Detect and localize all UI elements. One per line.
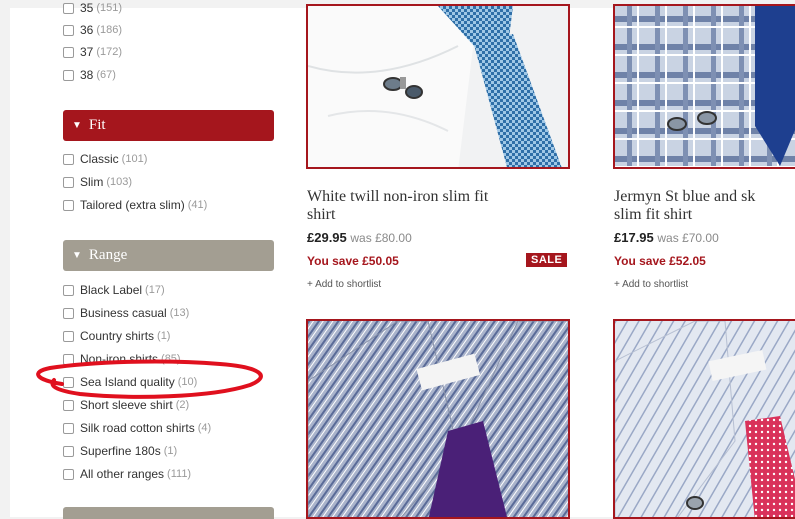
filter-option-label: Country shirts [80, 329, 155, 343]
filter-option-count: (101) [121, 153, 148, 165]
product-title-line2[interactable]: slim fit shirt [614, 206, 692, 224]
checkbox[interactable] [63, 307, 74, 319]
filter-option-label: Business casual [80, 306, 167, 320]
filter-option-label: Classic [80, 152, 119, 166]
sale-badge: SALE [526, 253, 568, 267]
filter-option[interactable]: Country shirts (1) [63, 327, 170, 345]
range-filter-header[interactable]: ▼ Range [63, 240, 274, 271]
filter-option-label: 37 [80, 45, 94, 59]
checkbox[interactable] [63, 468, 74, 480]
add-to-shortlist-link[interactable]: + Add to shortlist [614, 279, 688, 290]
filter-option-count: (1) [157, 330, 171, 342]
filter-option-label: Silk road cotton shirts [80, 421, 195, 435]
filter-option-count: (85) [161, 353, 181, 365]
filter-option-count: (186) [96, 24, 123, 36]
filter-option[interactable]: Non-iron shirts (85) [63, 350, 181, 368]
product-image[interactable] [613, 319, 795, 519]
product-title[interactable]: White twill non-iron slim fit [307, 188, 488, 206]
checkbox[interactable] [63, 376, 74, 388]
checkbox[interactable] [63, 445, 74, 457]
filter-option-count: (111) [167, 468, 192, 480]
fit-filter-header[interactable]: ▼ Fit [63, 110, 274, 141]
filter-option-count: (2) [175, 399, 190, 411]
checkbox[interactable] [63, 330, 74, 342]
filter-option-count: (41) [187, 199, 208, 211]
filter-option-count: (67) [96, 69, 116, 81]
filter-option-label: Tailored (extra slim) [80, 198, 185, 212]
shirt-tie-photo [308, 321, 568, 517]
checkbox[interactable] [63, 284, 74, 296]
filter-option-label: Non-iron shirts [80, 352, 159, 366]
checkbox[interactable] [63, 69, 74, 81]
product-price: £17.95 was £70.00 [614, 230, 719, 245]
savings-text: You save £50.05 [307, 254, 399, 268]
filter-option-label: 36 [80, 23, 94, 37]
filter-option-label: 38 [80, 68, 94, 82]
was-price: was £80.00 [350, 231, 412, 245]
filter-option-count: (103) [106, 176, 133, 188]
current-price: £29.95 [307, 230, 347, 245]
filter-option[interactable]: 37 (172) [63, 43, 122, 61]
filter-option[interactable]: Tailored (extra slim) (41) [63, 196, 207, 214]
page: 35 (151) 36 (186) 37 (172) 38 (67) ▼ Fit Cla… [10, 1, 795, 519]
filter-option[interactable]: 36 (186) [63, 21, 122, 39]
filter-option[interactable]: 35 (151) [63, 0, 122, 17]
filter-option[interactable]: Superfine 180s (1) [63, 442, 177, 460]
filter-option-label: Slim [80, 175, 104, 189]
checkbox[interactable] [63, 422, 74, 434]
checkbox[interactable] [63, 2, 74, 14]
shirt-tie-photo [308, 6, 568, 167]
filter-option[interactable]: Business casual (13) [63, 304, 189, 322]
filter-option[interactable]: Black Label (17) [63, 281, 165, 299]
add-to-shortlist-link[interactable]: + Add to shortlist [307, 279, 381, 290]
current-price: £17.95 [614, 230, 654, 245]
checkbox[interactable] [63, 353, 74, 365]
filter-option[interactable]: Short sleeve shirt (2) [63, 396, 189, 414]
product-image[interactable] [306, 319, 570, 519]
filter-option[interactable]: Slim (103) [63, 173, 132, 191]
filter-option-count: (151) [96, 2, 123, 14]
checkbox[interactable] [63, 24, 74, 36]
product-image[interactable] [613, 4, 795, 169]
filter-option-label: Black Label [80, 283, 143, 297]
filter-option-count: (4) [197, 422, 212, 434]
filter-option-count: (17) [145, 284, 165, 296]
next-filter-header[interactable] [63, 507, 274, 519]
checkbox[interactable] [63, 199, 74, 211]
filter-option-label: All other ranges [80, 467, 165, 481]
filter-option-count: (172) [96, 46, 123, 58]
filter-option[interactable]: All other ranges (111) [63, 465, 191, 483]
triangle-down-icon: ▼ [72, 120, 82, 131]
checkbox[interactable] [63, 176, 74, 188]
product-image[interactable] [306, 4, 570, 169]
product-title[interactable]: Jermyn St blue and sk [614, 188, 755, 206]
shirt-tie-photo [615, 321, 795, 517]
range-filter-title: Range [88, 247, 128, 263]
filter-option-count: (1) [163, 445, 178, 457]
filter-option-label: Sea Island quality [80, 375, 175, 389]
filter-option-label: Superfine 180s [80, 444, 161, 458]
filter-option-label: Short sleeve shirt [80, 398, 173, 412]
product-title-line2[interactable]: shirt [307, 206, 335, 224]
fit-filter-title: Fit [88, 117, 106, 133]
triangle-down-icon: ▼ [72, 250, 82, 261]
checkbox[interactable] [63, 153, 74, 165]
savings-text: You save £52.05 [614, 254, 706, 268]
shirt-tie-photo [615, 6, 795, 167]
was-price: was £70.00 [657, 231, 719, 245]
checkbox[interactable] [63, 399, 74, 411]
product-price: £29.95 was £80.00 [307, 230, 412, 245]
filter-option[interactable]: Classic (101) [63, 150, 147, 168]
filter-option[interactable]: Silk road cotton shirts (4) [63, 419, 211, 437]
filter-option[interactable]: Sea Island quality (10) [63, 373, 197, 391]
filter-option-count: (13) [169, 307, 190, 319]
checkbox[interactable] [63, 46, 74, 58]
filter-option[interactable]: 38 (67) [63, 66, 116, 84]
filter-option-label: 35 [80, 1, 94, 15]
filter-option-count: (10) [177, 376, 198, 388]
